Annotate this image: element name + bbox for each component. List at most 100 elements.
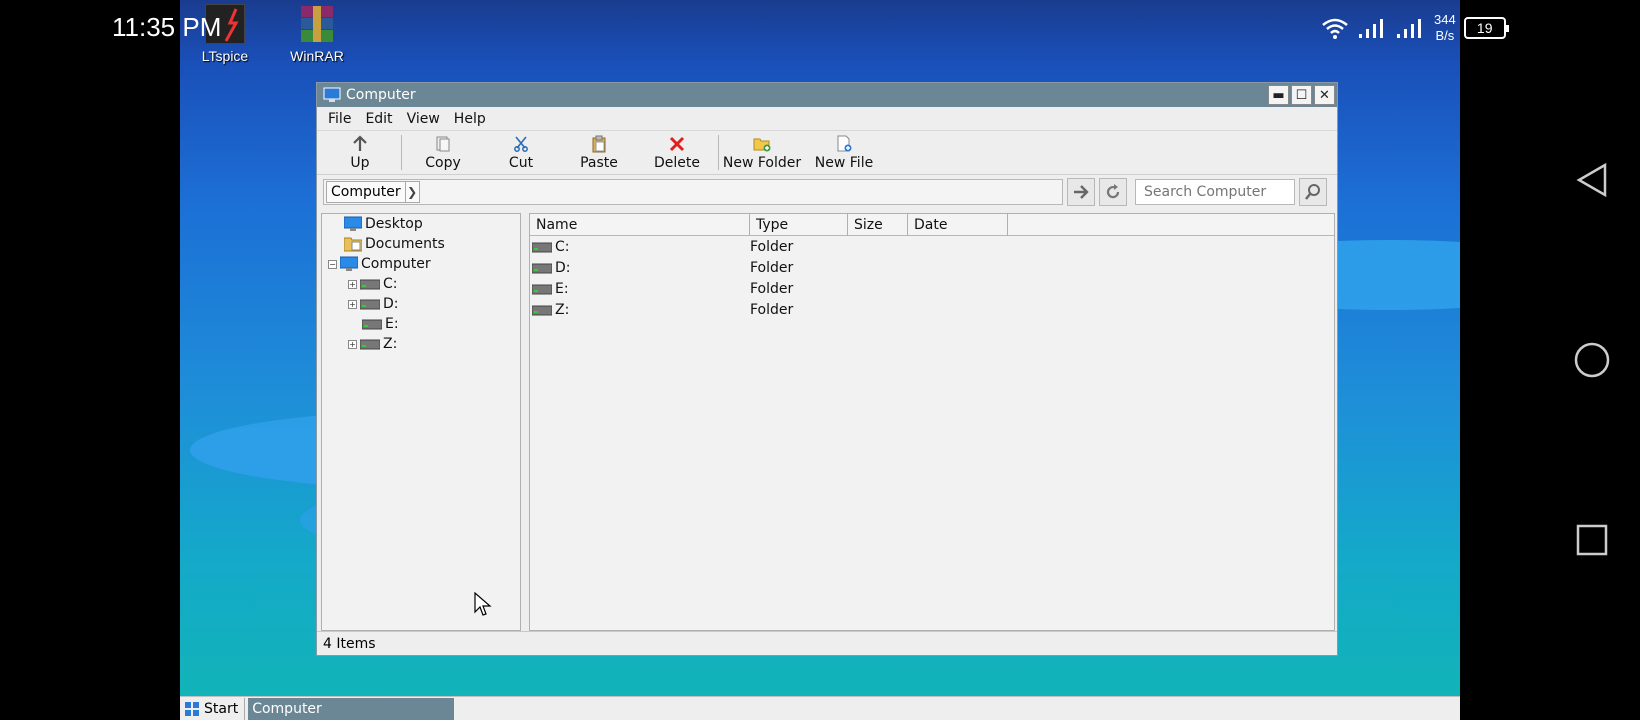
search-button[interactable] [1299, 178, 1327, 206]
winrar-icon [297, 4, 337, 44]
signal-icon-2 [1397, 19, 1421, 38]
expand-toggle-icon[interactable]: + [348, 299, 357, 309]
expand-toggle-icon[interactable]: + [348, 339, 357, 349]
start-grid-icon [185, 701, 199, 716]
content-panes: Desktop Documents − Computer + C: + D: E… [317, 213, 1337, 631]
search-icon [1305, 184, 1320, 200]
battery-level: 19 [1476, 20, 1493, 36]
signal-icon [1359, 19, 1383, 38]
paste-button[interactable]: Paste [560, 131, 638, 174]
file-row[interactable]: D: Folder [530, 257, 1334, 278]
up-button[interactable]: Up [321, 131, 399, 174]
paste-label: Paste [580, 154, 618, 171]
start-button[interactable]: Start [180, 697, 246, 720]
desktop-icon-label: LTspice [201, 48, 249, 64]
close-icon: ✕ [1319, 87, 1330, 103]
folder-tree: Desktop Documents − Computer + C: + D: E… [321, 213, 521, 631]
drive-icon [532, 263, 552, 273]
status-time: 11:35 PM [112, 12, 222, 42]
menu-view[interactable]: View [400, 111, 447, 127]
drive-icon [360, 339, 380, 350]
menu-edit[interactable]: Edit [358, 111, 399, 127]
toolbar-separator [718, 135, 719, 170]
new-folder-label: New Folder [722, 154, 802, 171]
delete-button[interactable]: Delete [638, 131, 716, 174]
drive-icon [360, 299, 380, 310]
file-name: E: [555, 280, 569, 297]
expand-toggle-icon[interactable]: + [348, 279, 357, 289]
tree-item-documents[interactable]: Documents [344, 234, 445, 254]
battery-icon: 19 [1463, 17, 1509, 39]
tree-item-label: E: [385, 316, 399, 332]
tree-item-label: Documents [365, 236, 445, 252]
file-list-header: Name Type Size Date [530, 214, 1334, 236]
search-input[interactable] [1135, 179, 1295, 205]
network-speed: 344 B/s [1434, 12, 1456, 44]
column-header-type[interactable]: Type [750, 214, 848, 236]
breadcrumb-chevron-icon[interactable]: ❯ [405, 181, 420, 203]
tree-item-drive-d[interactable]: + D: [348, 294, 399, 314]
new-folder-button[interactable]: New Folder [721, 131, 803, 174]
window-title: Computer [346, 87, 416, 103]
file-row[interactable]: Z: Folder [530, 299, 1334, 320]
maximize-icon: ☐ [1295, 87, 1308, 103]
start-label: Start [204, 700, 239, 717]
column-header-name[interactable]: Name [530, 214, 750, 236]
refresh-button[interactable] [1099, 178, 1127, 206]
drive-icon [360, 279, 380, 290]
tree-item-label: Computer [361, 256, 431, 272]
drive-icon [532, 242, 552, 252]
back-button[interactable] [1572, 160, 1612, 200]
menu-file[interactable]: File [321, 111, 358, 127]
drive-icon [532, 284, 552, 294]
maximize-button[interactable]: ☐ [1291, 85, 1312, 105]
tree-item-label: C: [383, 276, 398, 292]
new-folder-icon [753, 138, 771, 151]
recents-button[interactable] [1572, 520, 1612, 560]
file-name: Z: [555, 301, 570, 318]
tree-item-computer[interactable]: − Computer [328, 254, 431, 274]
column-header-date[interactable]: Date [908, 214, 1008, 236]
computer-icon [340, 256, 358, 271]
clipboard-icon [592, 135, 606, 152]
drive-icon [362, 319, 382, 330]
taskbar: Start Computer [180, 696, 1460, 720]
computer-icon [323, 87, 341, 102]
toolbar: Up Copy Cut Paste Delete New Folder New … [317, 131, 1337, 175]
file-name-cell: D: [530, 260, 746, 276]
status-bar: 4 Items [317, 631, 1337, 655]
window-titlebar[interactable]: Computer ▬ ☐ ✕ [317, 83, 1337, 107]
file-row[interactable]: C: Folder [530, 236, 1334, 257]
column-header-size[interactable]: Size [848, 214, 908, 236]
file-type: Folder [750, 301, 794, 318]
minimize-button[interactable]: ▬ [1268, 85, 1289, 105]
file-row[interactable]: E: Folder [530, 278, 1334, 299]
tree-item-drive-z[interactable]: + Z: [348, 334, 397, 354]
copy-button[interactable]: Copy [404, 131, 482, 174]
tree-item-label: Z: [383, 336, 398, 352]
home-button[interactable] [1572, 340, 1612, 380]
new-file-button[interactable]: New File [803, 131, 885, 174]
wifi-icon [1322, 18, 1348, 39]
tree-item-drive-e[interactable]: E: [362, 314, 399, 334]
address-bar-row: Computer ❯ [317, 175, 1337, 209]
cut-button[interactable]: Cut [482, 131, 560, 174]
tree-item-drive-c[interactable]: + C: [348, 274, 398, 294]
mouse-cursor-icon [474, 592, 492, 616]
collapse-toggle-icon[interactable]: − [328, 259, 337, 269]
back-triangle-icon [1576, 162, 1607, 198]
menu-help[interactable]: Help [447, 111, 493, 127]
breadcrumb[interactable]: Computer [326, 181, 406, 203]
scissors-icon [514, 135, 528, 152]
close-button[interactable]: ✕ [1314, 85, 1335, 105]
minimize-icon: ▬ [1272, 87, 1285, 103]
taskbar-item-computer[interactable]: Computer [248, 697, 455, 720]
go-button[interactable] [1067, 178, 1095, 206]
status-icons: 344 B/s 19 [1320, 8, 1509, 48]
up-label: Up [350, 154, 370, 171]
address-bar[interactable]: Computer ❯ [323, 179, 1063, 205]
tree-item-desktop[interactable]: Desktop [344, 214, 423, 234]
desktop-icon-label: WinRAR [290, 48, 344, 64]
drive-icon [532, 305, 552, 315]
desktop-icon-winrar[interactable]: WinRAR [282, 4, 352, 64]
